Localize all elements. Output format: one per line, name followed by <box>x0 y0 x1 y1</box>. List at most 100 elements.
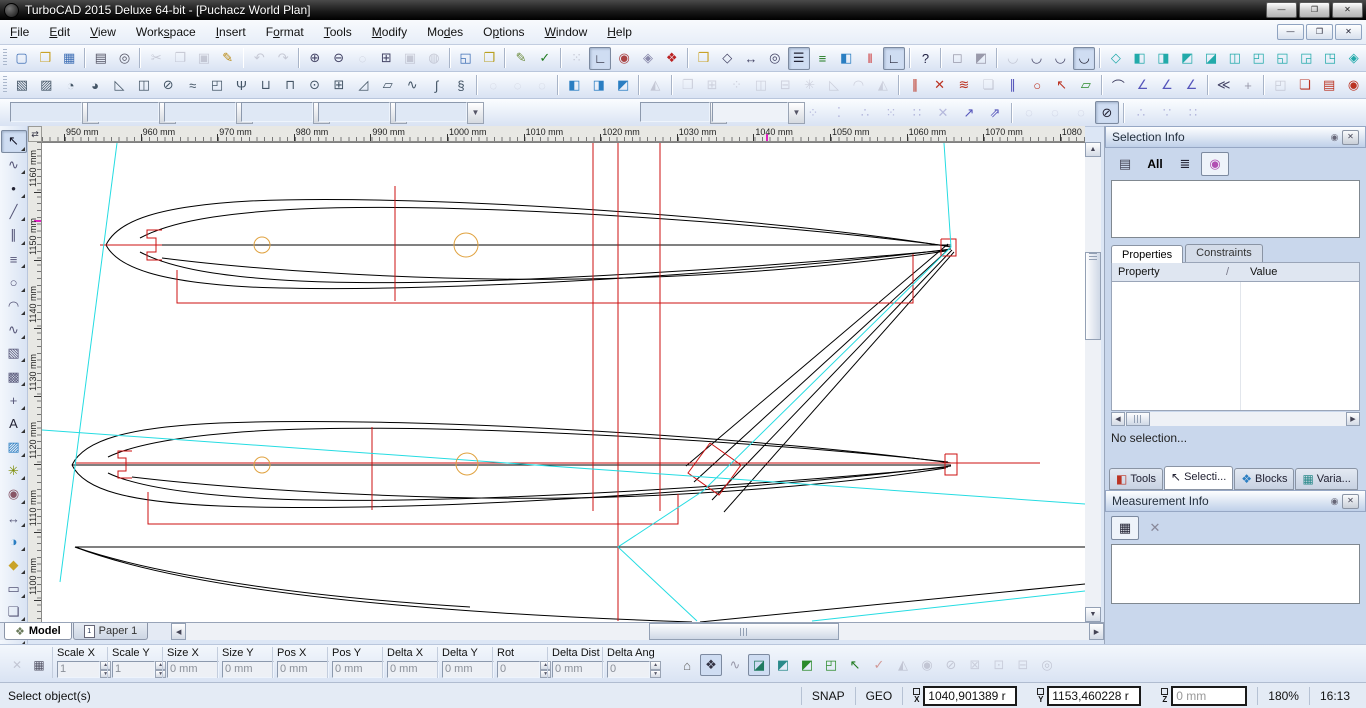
scroll-right-arrow[interactable]: ▶ <box>1089 623 1104 640</box>
rotated-box-icon[interactable]: ▨ <box>35 74 57 97</box>
field-value[interactable]: 0 mm <box>387 661 439 678</box>
ucs-toggle-icon[interactable]: ∟ <box>883 47 905 70</box>
solid-tool-icon[interactable]: ▩ <box>1 365 27 388</box>
boolean-tool-icon[interactable]: ◑ <box>1 530 27 553</box>
style-combo-3[interactable]: ▼ <box>164 102 253 122</box>
geo-toggle[interactable]: GEO <box>855 687 903 705</box>
new-file-icon[interactable]: ▢ <box>11 47 33 70</box>
toolbar-drag-handle[interactable] <box>3 49 7 67</box>
restore-button[interactable]: ❐ <box>1299 2 1330 18</box>
import-file-icon[interactable]: ❒ <box>478 47 500 70</box>
view-left-icon[interactable]: ◩ <box>1176 47 1198 70</box>
field-value[interactable]: 0 mm <box>277 661 329 678</box>
part-materials-icon[interactable]: ❖ <box>661 47 683 70</box>
snap-toggle[interactable]: SNAP <box>801 687 855 705</box>
style-combo-1[interactable]: ▼ <box>10 102 99 122</box>
scroll-down-arrow[interactable]: ▼ <box>1085 607 1101 622</box>
grid-scroll-left[interactable]: ◀ <box>1111 412 1125 426</box>
tab-constraints[interactable]: Constraints <box>1185 244 1263 262</box>
style-combo-4[interactable]: ▼ <box>241 102 330 122</box>
close-panel-icon-2[interactable]: ✕ <box>1342 494 1359 509</box>
render-stack-icon[interactable]: ☰ <box>788 47 810 70</box>
spinner-buttons[interactable]: ▲▼ <box>650 661 661 678</box>
hatch-parallel-icon[interactable]: ∥ <box>904 74 926 97</box>
column-property[interactable]: Property <box>1112 266 1226 278</box>
format-painter-icon[interactable]: ✎ <box>217 47 239 70</box>
comb-filter-icon[interactable]: ≣ <box>1171 152 1199 176</box>
view-sw-icon[interactable]: ◈ <box>1343 47 1365 70</box>
select-area-icon[interactable]: ◩ <box>970 47 992 70</box>
view-ne-icon[interactable]: ◱ <box>1272 47 1294 70</box>
box-tool-icon[interactable]: ▧ <box>11 74 33 97</box>
bool-intersect-icon[interactable]: ◩ <box>612 74 634 97</box>
menu-window[interactable]: Window <box>535 22 598 42</box>
fence-select-icon[interactable]: ⌂ <box>676 654 698 676</box>
point-tool-icon[interactable]: • <box>1 177 27 200</box>
combo-field[interactable] <box>640 102 710 122</box>
menu-modify[interactable]: Modify <box>362 22 417 42</box>
snap-ortho-icon[interactable]: ⊘ <box>1095 101 1119 124</box>
combo-field[interactable] <box>87 102 159 122</box>
menu-help[interactable]: Help <box>597 22 642 42</box>
style-combo-8[interactable]: ▼ <box>712 102 805 122</box>
style-combo-6[interactable]: ▼ <box>395 102 484 122</box>
view-iso-icon[interactable]: ◇ <box>1105 47 1127 70</box>
paste-special-icon[interactable]: ◱ <box>455 47 477 70</box>
view-se-icon[interactable]: ◳ <box>1319 47 1341 70</box>
zoom-level[interactable]: 180% <box>1257 687 1309 705</box>
menu-edit[interactable]: Edit <box>39 22 80 42</box>
menu-format[interactable]: Format <box>256 22 314 42</box>
view-back-icon[interactable]: ◨ <box>1153 47 1175 70</box>
pin-icon[interactable]: ◉ <box>1327 131 1342 144</box>
vertical-scroll-thumb[interactable] <box>1085 252 1101 340</box>
camera-walk-icon[interactable]: ◎ <box>764 47 786 70</box>
lights-bars-icon[interactable]: ‖ <box>859 47 881 70</box>
wave-surface-icon[interactable]: ≈ <box>181 74 203 97</box>
zoom-out-icon[interactable]: ⊖ <box>328 47 350 70</box>
selection-list-box[interactable] <box>1111 180 1360 238</box>
symmetry-tool-icon[interactable]: ✳ <box>1 460 27 483</box>
spline-handle-icon[interactable]: ∿ <box>724 654 746 676</box>
print-red-icon[interactable]: ▤ <box>1318 74 1340 97</box>
grid-horizontal-scrollbar[interactable]: ◀ ▶ <box>1111 412 1360 426</box>
tab-properties[interactable]: Properties <box>1111 245 1183 263</box>
scroll-up-arrow[interactable]: ▲ <box>1085 142 1101 157</box>
canvas-vertical-scrollbar[interactable]: ▲ ▼ <box>1085 142 1101 622</box>
zoom-in-icon[interactable]: ⊕ <box>304 47 326 70</box>
bool-union-icon[interactable]: ◧ <box>563 74 585 97</box>
print-preview-icon[interactable]: ◎ <box>114 47 136 70</box>
rotate-view-icon[interactable]: ◇ <box>716 47 738 70</box>
menu-insert[interactable]: Insert <box>206 22 256 42</box>
ramp-tool-icon[interactable]: ◿ <box>352 74 374 97</box>
minimize-button[interactable]: — <box>1266 2 1297 18</box>
mdi-close-button[interactable]: ✕ <box>1335 24 1362 40</box>
box-3d-tool-icon[interactable]: ▧ <box>1 342 27 365</box>
column-value[interactable]: Value <box>1244 266 1277 278</box>
sketch-tool-icon[interactable]: ∿ <box>1 154 27 177</box>
close-button[interactable]: ✕ <box>1332 2 1363 18</box>
highlight-eye-icon[interactable]: ◉ <box>1201 152 1229 176</box>
sphere-tool-icon[interactable]: ◔ <box>59 74 81 97</box>
disc-tool-icon[interactable]: ⊙ <box>303 74 325 97</box>
edit-properties-icon[interactable]: ▤ <box>1111 152 1139 176</box>
all-button-icon[interactable]: All <box>1141 152 1169 176</box>
view-front-icon[interactable]: ◧ <box>1129 47 1151 70</box>
move-tool-icon[interactable]: + <box>1 389 27 412</box>
mouse-entry-icon[interactable]: ◉ <box>613 47 635 70</box>
calc-grid-icon[interactable]: ▦ <box>28 654 50 676</box>
image-tool-icon[interactable]: ▨ <box>1 436 27 459</box>
sel-f-icon[interactable]: ◰ <box>820 654 842 676</box>
sel-wp-icon[interactable]: ◩ <box>772 654 794 676</box>
field-value[interactable]: 1 <box>112 661 155 678</box>
chevron-down-icon[interactable]: ▼ <box>467 102 484 124</box>
mdi-minimize-button[interactable]: — <box>1277 24 1304 40</box>
snap-arrow-2-icon[interactable]: ⇗ <box>983 101 1007 124</box>
style-combo-2[interactable]: ▼ <box>87 102 176 122</box>
material-editor-icon[interactable]: ◧ <box>835 47 857 70</box>
hatch-angle-icon[interactable]: ≋ <box>953 74 975 97</box>
combo-field[interactable] <box>241 102 313 122</box>
property-grid-body[interactable] <box>1111 282 1360 411</box>
combo-field[interactable] <box>395 102 467 122</box>
double-line-tool-icon[interactable]: ∥ <box>1 224 27 247</box>
field-value[interactable]: 0 mm <box>332 661 384 678</box>
